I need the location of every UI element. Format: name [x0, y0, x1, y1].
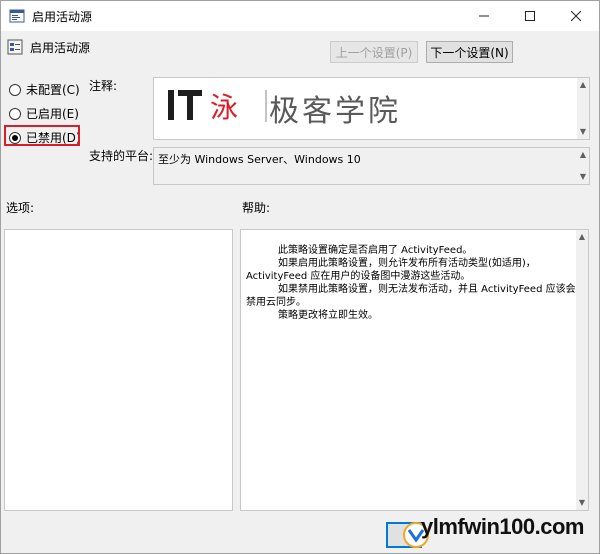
scroll-down-icon[interactable]: ▼ — [579, 173, 587, 181]
platform-label: 支持的平台: — [89, 149, 154, 163]
scroll-up-icon[interactable]: ▲ — [579, 81, 587, 89]
comment-textarea[interactable]: 泳 极客学院 ▲ ▼ — [153, 77, 590, 140]
radio-not-configured-circle[interactable] — [9, 83, 21, 96]
app-icon — [9, 9, 25, 23]
options-panel — [4, 229, 233, 511]
minimize-icon — [479, 15, 489, 17]
previous-setting-button[interactable]: 上一个设置(P) — [330, 41, 418, 63]
scroll-up-icon[interactable]: ▲ — [579, 151, 587, 159]
title-bar: 启用活动源 — [1, 1, 599, 31]
scroll-down-icon[interactable]: ▼ — [579, 128, 587, 136]
radio-enabled-circle[interactable] — [9, 107, 21, 120]
radio-not-configured[interactable]: 未配置(C) — [9, 81, 80, 98]
help-paragraph: 此策略设置确定是否启用了 ActivityFeed。 — [278, 245, 473, 256]
site-watermark: ylmfwin100.com — [421, 514, 584, 539]
platform-scrollbar[interactable]: ▲ ▼ — [577, 148, 589, 184]
scroll-down-icon[interactable]: ▼ — [578, 499, 586, 507]
next-setting-button[interactable]: 下一个设置(N) — [426, 41, 513, 63]
policy-editor-window: 启用活动源 启用活动源 上一个设置(P) 下一个设置(N) 未配置(C) 已启用… — [0, 0, 600, 554]
help-label: 帮助: — [242, 201, 271, 215]
radio-not-configured-label: 未配置(C) — [26, 83, 80, 97]
radio-enabled[interactable]: 已启用(E) — [9, 105, 79, 122]
help-paragraph: 如果禁用此策略设置，则无法发布活动，并且 ActivityFeed 应该会禁用云… — [246, 284, 576, 308]
help-panel[interactable]: 此策略设置确定是否启用了 ActivityFeed。 如果启用此策略设置，则允许… — [240, 229, 589, 511]
close-icon — [571, 11, 581, 21]
close-button[interactable] — [553, 1, 599, 31]
comment-scrollbar[interactable]: ▲ ▼ — [577, 78, 589, 139]
help-paragraph: 如果启用此策略设置，则允许发布所有活动类型(如适用)，ActivityFeed … — [246, 258, 536, 282]
help-paragraph: 策略更改将立即生效。 — [278, 310, 378, 321]
policy-setting-icon — [7, 39, 23, 55]
scroll-up-icon[interactable]: ▲ — [578, 233, 586, 241]
highlight-box — [4, 125, 80, 146]
platform-value: 至少为 Windows Server、Windows 10 — [158, 153, 361, 166]
help-text: 此策略设置确定是否启用了 ActivityFeed。 如果启用此策略设置，则允许… — [246, 244, 581, 322]
maximize-button[interactable] — [507, 1, 553, 31]
radio-enabled-label: 已启用(E) — [26, 107, 79, 121]
policy-name: 启用活动源 — [30, 41, 91, 55]
svg-text:泳: 泳 — [210, 91, 238, 124]
maximize-icon — [525, 11, 535, 21]
platform-field: 至少为 Windows Server、Windows 10 ▲ ▼ — [153, 147, 590, 185]
options-label: 选项: — [6, 201, 35, 215]
window-title: 启用活动源 — [32, 10, 93, 24]
minimize-button[interactable] — [461, 1, 507, 31]
comment-label: 注释: — [89, 79, 118, 93]
help-scrollbar[interactable]: ▲ ▼ — [576, 230, 588, 510]
comment-watermark-text: 极客学院 — [269, 94, 401, 129]
